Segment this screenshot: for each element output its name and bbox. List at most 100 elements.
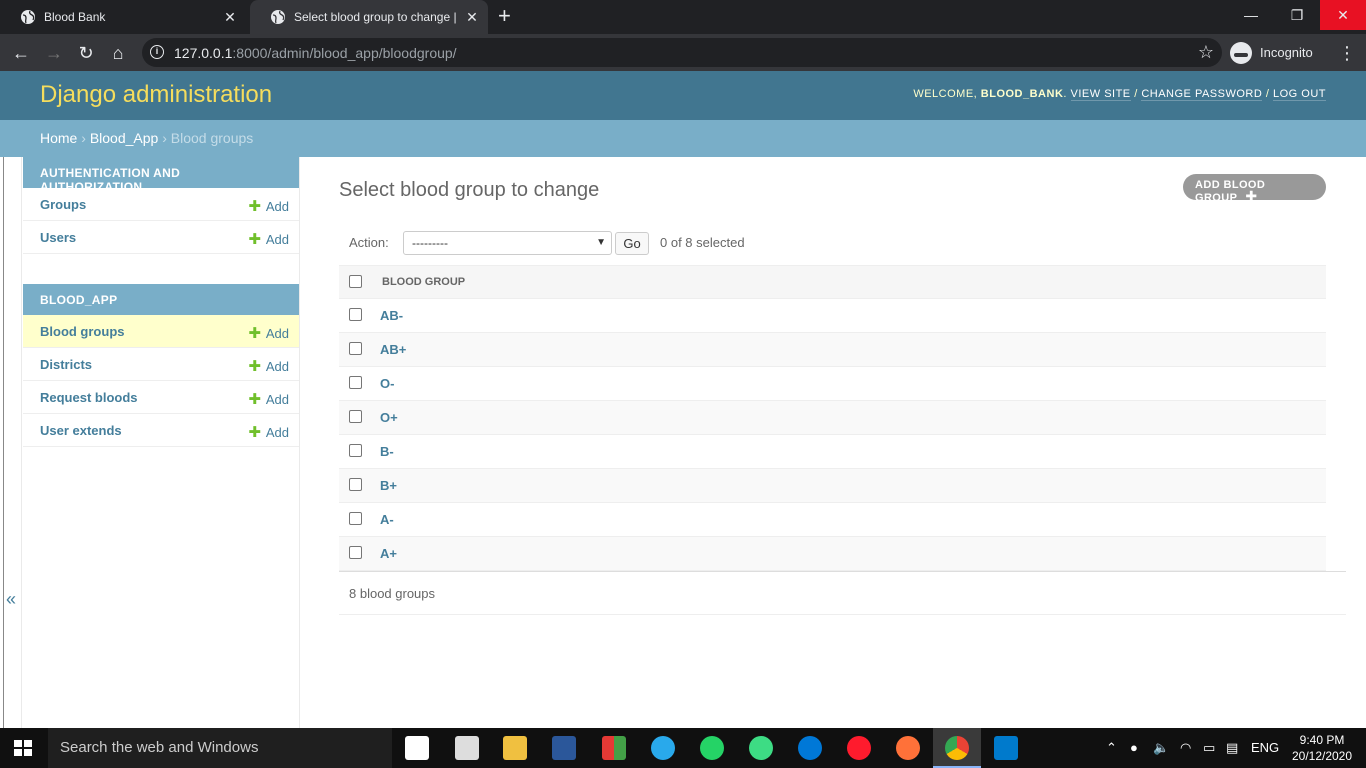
row-link[interactable]: O- [380,376,394,391]
store-icon[interactable] [405,736,429,760]
close-window-button[interactable]: ✕ [1320,0,1366,30]
tab-blood-bank[interactable]: Blood Bank ✕ [0,0,246,34]
close-tab-icon[interactable]: ✕ [222,9,238,25]
row-link[interactable]: AB- [380,308,403,323]
chrome-icon [945,736,969,760]
row-checkbox[interactable] [349,308,362,321]
edge-icon[interactable] [798,736,822,760]
breadcrumb-home[interactable]: Home [40,130,77,146]
winrar-icon[interactable] [602,736,626,760]
android-studio-icon[interactable] [749,736,773,760]
taskbar-clock[interactable]: 9:40 PM 20/12/2020 [1288,732,1356,764]
sidebar-edge: « [0,157,22,728]
add-link[interactable]: ✚ Add [248,324,289,342]
row-checkbox[interactable] [349,376,362,389]
row-link[interactable]: B+ [380,478,397,493]
address-bar[interactable]: i 127.0.0.1:8000/admin/blood_app/bloodgr… [142,38,1222,67]
log-out-link[interactable]: LOG OUT [1272,88,1326,101]
add-blood-group-button[interactable]: ADD BLOOD GROUP ✚ [1183,174,1326,204]
row-checkbox[interactable] [349,478,362,491]
change-password-link[interactable]: CHANGE PASSWORD [1141,88,1263,101]
row-link[interactable]: A+ [380,546,397,561]
windows-start-icon[interactable] [14,740,32,756]
site-branding[interactable]: Django administration [40,81,272,109]
user-tools: WELCOME, BLOOD_BANK. VIEW SITE / CHANGE … [913,88,1326,101]
row-link[interactable]: B- [380,444,394,459]
restore-button[interactable]: ❐ [1274,0,1320,30]
home-icon[interactable]: ⌂ [107,42,129,64]
site-info-icon[interactable]: i [150,45,164,59]
add-link[interactable]: ✚ Add [248,423,289,441]
wifi-icon[interactable]: ◠ [1180,728,1191,768]
module-caption[interactable]: AUTHENTICATION AND AUTHORIZATION [23,157,299,194]
vscode-icon[interactable] [994,736,1018,760]
incognito-indicator[interactable]: Incognito [1230,39,1313,66]
bookmark-star-icon[interactable]: ☆ [1198,42,1214,63]
url-text[interactable]: 127.0.0.1:8000/admin/blood_app/bloodgrou… [174,45,457,61]
notifications-icon[interactable]: ▤ [1226,728,1238,768]
file-explorer-icon[interactable] [503,736,527,760]
back-icon[interactable]: ← [10,42,32,64]
row-checkbox[interactable] [349,546,362,559]
model-link[interactable]: Blood groups [40,324,125,339]
model-link[interactable]: Groups [40,197,86,212]
breadcrumb-current: Blood groups [170,130,254,146]
minimize-button[interactable]: — [1228,0,1274,30]
breadcrumb-app[interactable]: Blood_App [90,130,159,146]
row-checkbox[interactable] [349,444,362,457]
module-caption[interactable]: BLOOD_APP [23,284,299,315]
add-link[interactable]: ✚ Add [248,390,289,408]
language-indicator[interactable]: ENG [1251,728,1279,768]
table-row: B+ [339,469,1326,503]
paginator: 8 blood groups [339,571,1346,615]
row-link[interactable]: A- [380,512,394,527]
globe-icon [21,10,35,24]
chrome-taskbar-button[interactable] [933,728,981,768]
select-all-checkbox[interactable] [349,275,362,288]
globe-icon [271,10,285,24]
go-button[interactable]: Go [615,232,649,255]
tab-select-blood-group[interactable]: Select blood group to change | D ✕ [250,0,488,34]
telegram-icon[interactable] [651,736,675,760]
row-link[interactable]: AB+ [380,342,406,357]
reload-icon[interactable]: ↻ [75,42,97,64]
action-select[interactable]: --------- ▼ [403,231,612,255]
plus-icon: ✚ [248,198,261,215]
model-link[interactable]: Request bloods [40,390,138,405]
forward-icon[interactable]: → [43,42,65,64]
windows-taskbar: Search the web and Windows ⌃ ● 🔈 ◠ ▭ ▤ E… [0,728,1366,768]
new-tab-button[interactable]: + [498,5,511,27]
model-link[interactable]: User extends [40,423,122,438]
view-site-link[interactable]: VIEW SITE [1070,88,1131,101]
row-link[interactable]: O+ [380,410,398,425]
sidebar-item-user-extends: User extends ✚ Add [23,414,299,447]
whatsapp-icon[interactable] [700,736,724,760]
clock-date: 20/12/2020 [1291,749,1353,763]
add-link[interactable]: ✚ Add [248,230,289,248]
weather-icon[interactable]: ● [1130,728,1138,768]
add-label: Add [265,326,289,341]
row-checkbox[interactable] [349,512,362,525]
row-checkbox[interactable] [349,410,362,423]
battery-icon[interactable]: ▭ [1203,728,1215,768]
welcome-text: WELCOME, [913,88,978,100]
sidebar-toggle-button[interactable]: « [6,589,16,610]
word-icon[interactable] [552,736,576,760]
table-header: BLOOD GROUP [339,265,1326,299]
row-checkbox[interactable] [349,342,362,355]
browser-menu-icon[interactable]: ⋮ [1338,42,1356,64]
volume-icon[interactable]: 🔈 [1153,728,1169,768]
chevron-up-icon[interactable]: ⌃ [1106,728,1117,768]
close-tab-icon[interactable]: ✕ [464,9,480,25]
opera-icon[interactable] [847,736,871,760]
username: BLOOD_BANK [980,88,1064,100]
add-link[interactable]: ✚ Add [248,197,289,215]
column-header-blood-group[interactable]: BLOOD GROUP [382,276,465,288]
add-link[interactable]: ✚ Add [248,357,289,375]
firefox-icon[interactable] [896,736,920,760]
calculator-icon[interactable] [455,736,479,760]
model-link[interactable]: Districts [40,357,92,372]
sidebar-item-blood-groups: Blood groups ✚ Add [23,315,299,348]
model-link[interactable]: Users [40,230,76,245]
taskbar-search-input[interactable]: Search the web and Windows [48,728,392,768]
